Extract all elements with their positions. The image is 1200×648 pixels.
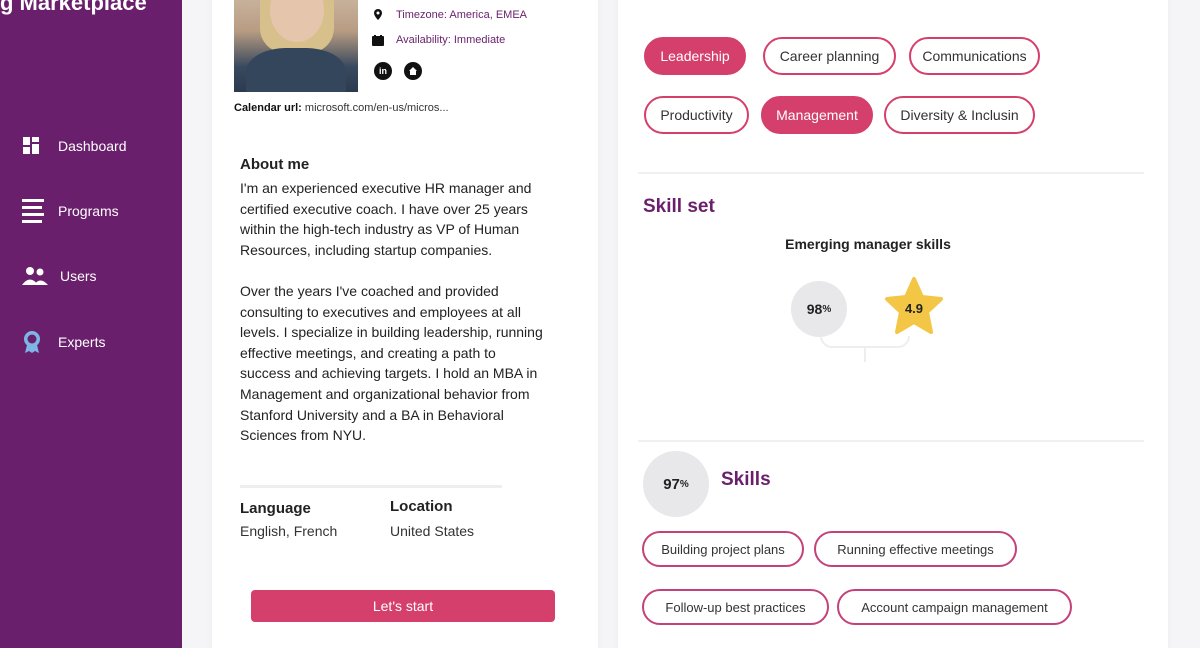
award-icon xyxy=(22,330,42,354)
skill-chip[interactable]: Building project plans xyxy=(642,531,804,567)
skillset-subtitle: Emerging manager skills xyxy=(785,236,951,252)
connector-line xyxy=(864,348,866,362)
skills-percent-value: 97 xyxy=(663,475,680,493)
sidebar-item-label: Programs xyxy=(58,203,119,219)
divider xyxy=(638,172,1144,174)
expert-details-card: Leadership Career planning Communication… xyxy=(618,0,1168,648)
about-title: About me xyxy=(240,156,310,173)
divider xyxy=(638,440,1144,442)
location-value: United States xyxy=(390,523,475,539)
availability-row: Availability: Immediate xyxy=(372,34,505,46)
skill-chip[interactable]: Running effective meetings xyxy=(814,531,1017,567)
topic-chip-diversity-inclusion[interactable]: Diversity & Inclusin xyxy=(884,96,1035,134)
percent-unit: % xyxy=(679,478,689,490)
skillset-percent-value: 98 xyxy=(806,301,823,317)
users-icon xyxy=(22,266,48,286)
topic-chip-management[interactable]: Management xyxy=(761,96,873,134)
skills-title: Skills xyxy=(721,469,771,490)
location-label: Location xyxy=(390,498,453,515)
sidebar-item-label: Dashboard xyxy=(58,138,127,154)
linkedin-icon[interactable]: in xyxy=(374,62,392,80)
percent-unit: % xyxy=(822,303,832,315)
divider xyxy=(240,485,502,488)
topic-chip-communications[interactable]: Communications xyxy=(909,37,1040,75)
calendar-url-label: Calendar url: xyxy=(234,102,302,114)
sidebar-item-users[interactable]: Users xyxy=(22,266,97,286)
home-icon[interactable] xyxy=(404,62,422,80)
calendar-url[interactable]: Calendar url: microsoft.com/en-us/micros… xyxy=(234,102,449,114)
language-label: Language xyxy=(240,500,311,517)
lets-start-button[interactable]: Let's start xyxy=(251,590,555,622)
language-value: English, French xyxy=(240,523,338,539)
timezone-text: Timezone: America, EMEA xyxy=(396,9,528,21)
sidebar-item-experts[interactable]: Experts xyxy=(22,330,105,354)
skillset-title: Skill set xyxy=(643,196,715,217)
sidebar: g Marketplace Dashboard Programs Users E… xyxy=(0,0,182,648)
skills-percent-badge: 97% xyxy=(643,451,709,517)
topic-chip-leadership[interactable]: Leadership xyxy=(644,37,746,75)
connector-line xyxy=(820,336,910,348)
list-icon xyxy=(22,198,44,224)
dashboard-icon xyxy=(22,136,42,156)
expert-profile-card: Timezone: America, EMEA Availability: Im… xyxy=(212,0,598,648)
sidebar-item-label: Users xyxy=(60,268,97,284)
calendar-url-value: microsoft.com/en-us/micros... xyxy=(304,102,449,114)
about-text: I'm an experienced executive HR manager … xyxy=(240,180,543,444)
skillset-rating-value: 4.9 xyxy=(904,301,924,316)
topic-chip-productivity[interactable]: Productivity xyxy=(644,96,749,134)
brand-title: g Marketplace xyxy=(0,0,147,15)
skill-chip[interactable]: Follow-up best practices xyxy=(642,589,829,625)
location-pin-icon xyxy=(372,9,384,21)
expert-photo xyxy=(234,0,358,92)
timezone-row: Timezone: America, EMEA xyxy=(372,9,527,21)
calendar-icon xyxy=(372,34,384,46)
sidebar-item-programs[interactable]: Programs xyxy=(22,198,119,224)
sidebar-item-label: Experts xyxy=(58,334,106,350)
skill-chip[interactable]: Account campaign management xyxy=(837,589,1072,625)
availability-text: Availability: Immediate xyxy=(396,34,506,46)
sidebar-item-dashboard[interactable]: Dashboard xyxy=(22,136,127,156)
topic-chip-career-planning[interactable]: Career planning xyxy=(763,37,896,75)
skillset-percent-badge: 98% xyxy=(791,281,847,337)
